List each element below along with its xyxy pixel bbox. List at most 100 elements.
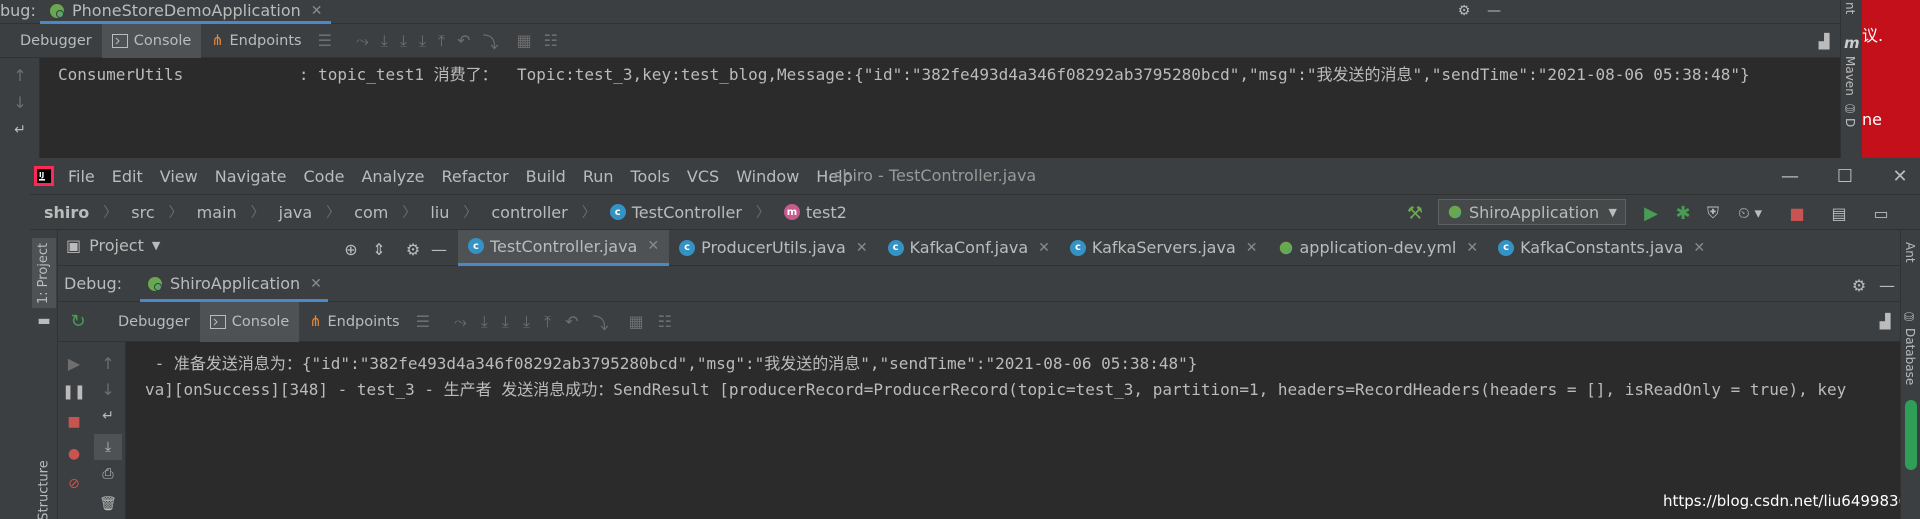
editor-tab[interactable]: application-dev.yml ✕ — [1268, 230, 1489, 266]
step-out-icon[interactable]: ⤒ — [438, 31, 445, 51]
drop-frame-icon[interactable]: ↶ — [565, 312, 578, 331]
force-step-into-icon[interactable]: ⤓ — [419, 31, 426, 51]
up-arrow-icon[interactable]: ↑ — [0, 66, 40, 85]
breadcrumb-item[interactable]: com — [354, 203, 388, 222]
breadcrumb-item[interactable]: test2 — [806, 203, 847, 222]
tab-console[interactable]: Console — [199, 301, 300, 342]
step-out-icon[interactable]: ⤒ — [544, 312, 551, 332]
editor-tab[interactable]: c ProducerUtils.java ✕ — [669, 230, 877, 266]
collapse-all-icon[interactable]: ⇕ — [368, 238, 390, 260]
database-icon[interactable]: ⛁ — [1904, 310, 1914, 324]
database-tool-label[interactable]: D — [1843, 118, 1857, 127]
close-icon[interactable]: ✕ — [1466, 240, 1478, 256]
menu-icon[interactable]: ☰ — [416, 312, 430, 331]
breadcrumb-item[interactable]: main — [197, 203, 237, 222]
close-icon[interactable]: ✕ — [856, 240, 868, 256]
menu-run[interactable]: Run — [583, 167, 614, 186]
menu-file[interactable]: File — [68, 167, 95, 186]
run-to-cursor-icon[interactable]: ⤵ — [592, 310, 608, 334]
step-over-icon[interactable]: ⤓ — [381, 31, 388, 51]
run-configuration-select[interactable]: ShiroApplication ▼ — [1438, 199, 1626, 225]
breadcrumb-item[interactable]: controller — [491, 203, 567, 222]
layout-icon[interactable]: ▟ — [1814, 32, 1834, 52]
project-view-selector[interactable]: ▣ Project ▼ — [66, 236, 160, 255]
minimize-icon[interactable]: — — [1482, 0, 1506, 22]
maven-tool-label[interactable]: Maven — [1843, 56, 1857, 96]
scroll-to-end-icon[interactable]: ⤓ — [94, 434, 122, 460]
editor-tab[interactable]: c KafkaConstants.java ✕ — [1488, 230, 1715, 266]
breadcrumb-item[interactable]: liu — [430, 203, 449, 222]
bg-run-tab[interactable]: PhoneStoreDemoApplication ✕ — [40, 0, 331, 24]
evaluate-icon[interactable]: ▦ — [628, 312, 643, 331]
breadcrumb-item[interactable]: src — [131, 203, 154, 222]
menu-refactor[interactable]: Refactor — [442, 167, 509, 186]
tab-debugger[interactable]: Debugger — [108, 302, 200, 342]
terminal-icon[interactable]: ▭ — [1870, 202, 1892, 224]
step-into-icon[interactable]: ⤓ — [502, 312, 509, 332]
step-over-icon[interactable]: ⤓ — [481, 312, 488, 332]
intellij-logo-icon[interactable]: IJ — [34, 166, 54, 186]
menu-edit[interactable]: Edit — [112, 167, 143, 186]
debug-bug-icon[interactable]: ✱ — [1672, 202, 1694, 224]
layout-icon[interactable]: ▟ — [1874, 312, 1896, 332]
soft-wrap-icon[interactable]: ↵ — [96, 408, 120, 424]
bg-tab-endpoints[interactable]: ⋔ Endpoints — [201, 24, 311, 58]
stop-icon[interactable]: ■ — [64, 414, 84, 430]
print-icon[interactable]: ⎙ — [96, 466, 120, 482]
rerun-icon[interactable]: ↻ — [64, 311, 92, 332]
project-structure-icon[interactable]: ▤ — [1828, 202, 1850, 224]
gear-icon[interactable]: ⚙ — [402, 238, 424, 260]
pause-icon[interactable]: ❚❚ — [62, 384, 85, 400]
window-maximize-button[interactable]: ☐ — [1825, 162, 1865, 190]
close-icon[interactable]: ✕ — [1246, 240, 1258, 256]
soft-wrap-icon[interactable]: ↵ — [0, 122, 40, 138]
close-icon[interactable]: ✕ — [310, 276, 322, 292]
breadcrumb-item[interactable]: java — [279, 203, 313, 222]
step-into-icon[interactable]: ⤓ — [400, 31, 407, 51]
show-execution-point-icon[interactable]: ⤳ — [454, 312, 467, 332]
clear-all-icon[interactable]: 🗑 — [96, 496, 120, 512]
down-arrow-icon[interactable]: ↓ — [0, 93, 40, 112]
minimize-icon[interactable]: — — [1876, 274, 1898, 296]
database-icon[interactable]: ⛁ — [1845, 102, 1855, 116]
up-arrow-icon[interactable]: ↑ — [96, 354, 120, 373]
minimize-icon[interactable]: — — [428, 238, 450, 260]
menu-analyze[interactable]: Analyze — [361, 167, 424, 186]
ant-tool-label[interactable]: nt — [1843, 2, 1857, 14]
window-minimize-button[interactable]: — — [1770, 162, 1810, 190]
menu-icon[interactable]: ☰ — [318, 31, 332, 50]
breadcrumb-item[interactable]: shiro — [44, 203, 89, 222]
structure-tool-window-button[interactable]: Structure — [32, 460, 56, 519]
run-icon[interactable]: ▶ — [1640, 202, 1662, 224]
menu-build[interactable]: Build — [526, 167, 566, 186]
gear-icon[interactable]: ⚙ — [1452, 0, 1476, 22]
close-icon[interactable]: ✕ — [647, 238, 659, 254]
close-icon[interactable]: ✕ — [1038, 240, 1050, 256]
menu-view[interactable]: View — [160, 167, 198, 186]
ant-tool-label[interactable]: Ant — [1903, 242, 1917, 263]
stop-icon[interactable]: ■ — [1786, 202, 1808, 224]
menu-navigate[interactable]: Navigate — [215, 167, 287, 186]
locate-target-icon[interactable]: ⊕ — [340, 238, 362, 260]
run-to-cursor-icon[interactable]: ⤵ — [482, 29, 498, 53]
debug-session-tab[interactable]: ShiroApplication ✕ — [140, 268, 328, 302]
maven-icon[interactable]: m — [1844, 34, 1860, 52]
menu-code[interactable]: Code — [304, 167, 345, 186]
coverage-icon[interactable]: ⛨ — [1702, 202, 1724, 224]
editor-tab[interactable]: c TestController.java ✕ — [458, 229, 670, 266]
profile-icon[interactable]: ⏲ ▾ — [1732, 202, 1768, 224]
trace-icon[interactable]: ☷ — [658, 312, 672, 331]
menu-tools[interactable]: Tools — [631, 167, 670, 186]
editor-tab[interactable]: c KafkaConf.java ✕ — [878, 230, 1060, 266]
evaluate-icon[interactable]: ▦ — [516, 31, 531, 50]
view-breakpoints-icon[interactable]: ● — [64, 446, 84, 462]
resume-icon[interactable]: ▶ — [64, 354, 84, 373]
window-close-button[interactable]: ✕ — [1880, 162, 1920, 190]
breadcrumb-item[interactable]: TestController — [632, 203, 742, 222]
close-icon[interactable]: ✕ — [1693, 240, 1705, 256]
editor-tab[interactable]: c KafkaServers.java ✕ — [1060, 230, 1268, 266]
folder-icon[interactable]: ▬ — [34, 312, 54, 330]
show-execution-point-icon[interactable]: ⤳ — [356, 31, 369, 51]
close-icon[interactable]: ✕ — [311, 3, 323, 19]
mute-breakpoints-icon[interactable]: ⊘ — [64, 476, 84, 492]
